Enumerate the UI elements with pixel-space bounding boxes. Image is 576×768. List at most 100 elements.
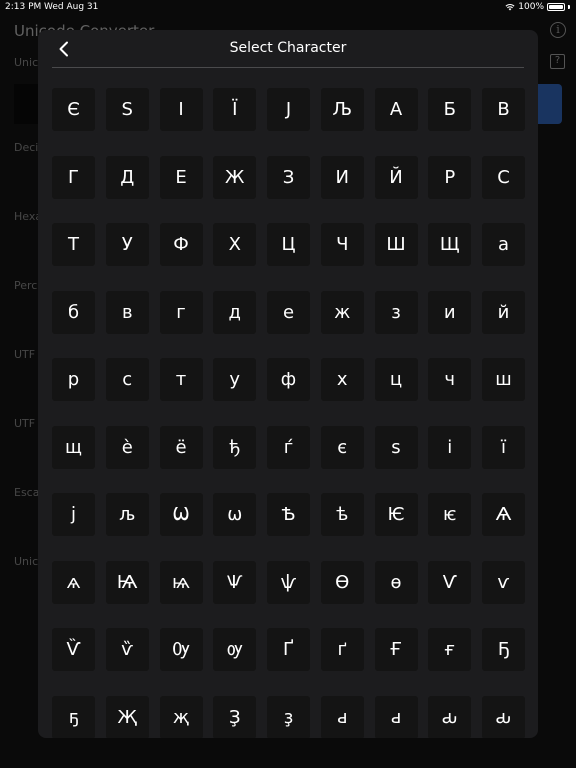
character-key[interactable]: і — [428, 425, 472, 469]
character-key[interactable]: Ғ — [374, 628, 418, 671]
character-key[interactable]: Ѵ — [428, 560, 472, 604]
sheet-header: Select Character — [38, 30, 538, 68]
sheet-title: Select Character — [229, 40, 347, 56]
character-key[interactable]: с — [105, 358, 149, 401]
character-key[interactable]: ц — [374, 358, 418, 401]
bg-label: UTF — [14, 348, 36, 361]
character-key[interactable]: Ҕ — [482, 628, 525, 671]
character-key[interactable]: Ш — [374, 223, 418, 266]
character-key[interactable]: Щ — [428, 223, 472, 266]
status-right: 100% — [505, 2, 570, 12]
character-key[interactable]: Ѹ — [159, 628, 203, 671]
character-key[interactable]: ѕ — [374, 425, 418, 469]
character-key[interactable]: Ѷ — [52, 628, 95, 671]
character-key[interactable]: ғ — [428, 628, 472, 671]
character-key[interactable]: и — [428, 290, 472, 334]
character-key[interactable]: Є — [52, 88, 95, 131]
character-key[interactable]: ч — [428, 358, 472, 401]
character-key[interactable]: т — [159, 358, 203, 401]
character-key[interactable]: щ — [52, 425, 95, 469]
character-key[interactable]: б — [52, 290, 95, 334]
character-key[interactable]: р — [52, 358, 95, 401]
character-key[interactable]: è — [105, 425, 149, 469]
character-key[interactable]: з — [374, 290, 418, 334]
character-key[interactable]: ї — [482, 425, 525, 469]
character-key[interactable]: В — [482, 88, 525, 131]
character-key[interactable]: Р — [428, 155, 472, 199]
character-key[interactable]: є — [320, 425, 364, 469]
character-key[interactable]: Ѱ — [213, 560, 257, 604]
character-key[interactable]: Ѡ — [159, 493, 203, 536]
character-key[interactable]: е — [267, 290, 310, 334]
character-key[interactable]: ҙ — [267, 695, 310, 738]
character-key[interactable]: г — [159, 290, 203, 334]
character-key[interactable]: җ — [159, 695, 203, 738]
character-key[interactable]: ё — [159, 425, 203, 469]
character-key[interactable]: Ч — [320, 223, 364, 266]
character-key[interactable]: ѥ — [428, 493, 472, 536]
character-key[interactable]: Х — [213, 223, 257, 266]
character-key[interactable]: И — [320, 155, 364, 199]
character-key[interactable]: S — [105, 88, 149, 131]
battery-icon — [547, 3, 565, 11]
character-key[interactable]: ԁ — [374, 695, 418, 738]
character-key[interactable]: ҕ — [52, 695, 95, 738]
character-key[interactable]: Ї — [213, 88, 257, 131]
character-key[interactable]: ԁ — [320, 695, 364, 738]
character-key[interactable]: ж — [320, 290, 364, 334]
character-key[interactable]: д — [213, 290, 257, 334]
character-key[interactable]: ѵ — [482, 560, 525, 604]
character-key[interactable]: ѓ — [267, 425, 310, 469]
character-key[interactable]: Љ — [320, 88, 364, 131]
character-key[interactable]: Җ — [105, 695, 149, 738]
character-key[interactable]: Е — [159, 155, 203, 199]
character-key[interactable]: Ґ — [267, 628, 310, 671]
character-key[interactable]: ј — [52, 493, 95, 536]
character-key[interactable]: ԃ — [428, 695, 472, 738]
character-key[interactable]: а — [482, 223, 525, 266]
character-key[interactable]: Г — [52, 155, 95, 199]
character-key[interactable]: Ҙ — [213, 695, 257, 738]
character-key[interactable]: ф — [267, 358, 310, 401]
character-key[interactable]: ѩ — [159, 560, 203, 604]
character-key[interactable]: С — [482, 155, 525, 199]
character-key[interactable]: х — [320, 358, 364, 401]
character-key[interactable]: Ѥ — [374, 493, 418, 536]
character-key[interactable]: Ж — [213, 155, 257, 199]
character-key[interactable]: ѣ — [320, 493, 364, 536]
character-key[interactable]: ѹ — [213, 628, 257, 671]
character-key[interactable]: Ѳ — [320, 560, 364, 604]
character-key[interactable]: Т — [52, 223, 95, 266]
character-key[interactable]: ѱ — [267, 560, 310, 604]
character-key[interactable]: ԃ — [482, 695, 525, 738]
character-key[interactable]: ђ — [213, 425, 257, 469]
character-key[interactable]: Ѣ — [267, 493, 310, 536]
character-key[interactable]: у — [213, 358, 257, 401]
character-key[interactable]: I — [159, 88, 203, 131]
character-key[interactable]: Д — [105, 155, 149, 199]
character-key[interactable]: Ф — [159, 223, 203, 266]
character-key[interactable]: ґ — [320, 628, 364, 671]
status-date: Wed Aug 31 — [44, 2, 99, 12]
character-key[interactable]: ѳ — [374, 560, 418, 604]
character-key[interactable]: У — [105, 223, 149, 266]
character-key[interactable]: љ — [105, 493, 149, 536]
bg-label: Unic — [14, 56, 39, 69]
character-key[interactable]: А — [374, 88, 418, 131]
character-key[interactable]: й — [482, 290, 525, 334]
character-key[interactable]: Ѩ — [105, 560, 149, 604]
character-key[interactable]: Й — [374, 155, 418, 199]
character-key[interactable]: ѧ — [52, 560, 95, 604]
character-key[interactable]: в — [105, 290, 149, 334]
character-key[interactable]: Б — [428, 88, 472, 131]
help-icon[interactable]: ? — [550, 54, 565, 69]
character-picker-sheet: Select Character ЄSIЇJЉАБВ ГДЕЖЗИЙРС ТУФХЦ… — [38, 30, 538, 738]
character-key[interactable]: ш — [482, 358, 525, 401]
character-key[interactable]: Ц — [267, 223, 310, 266]
character-key[interactable]: З — [267, 155, 310, 199]
info-icon[interactable]: i — [550, 22, 566, 38]
character-key[interactable]: J — [267, 88, 310, 131]
character-key[interactable]: Ѧ — [482, 493, 525, 536]
character-key[interactable]: ѷ — [105, 628, 149, 671]
character-key[interactable]: ѡ — [213, 493, 257, 536]
